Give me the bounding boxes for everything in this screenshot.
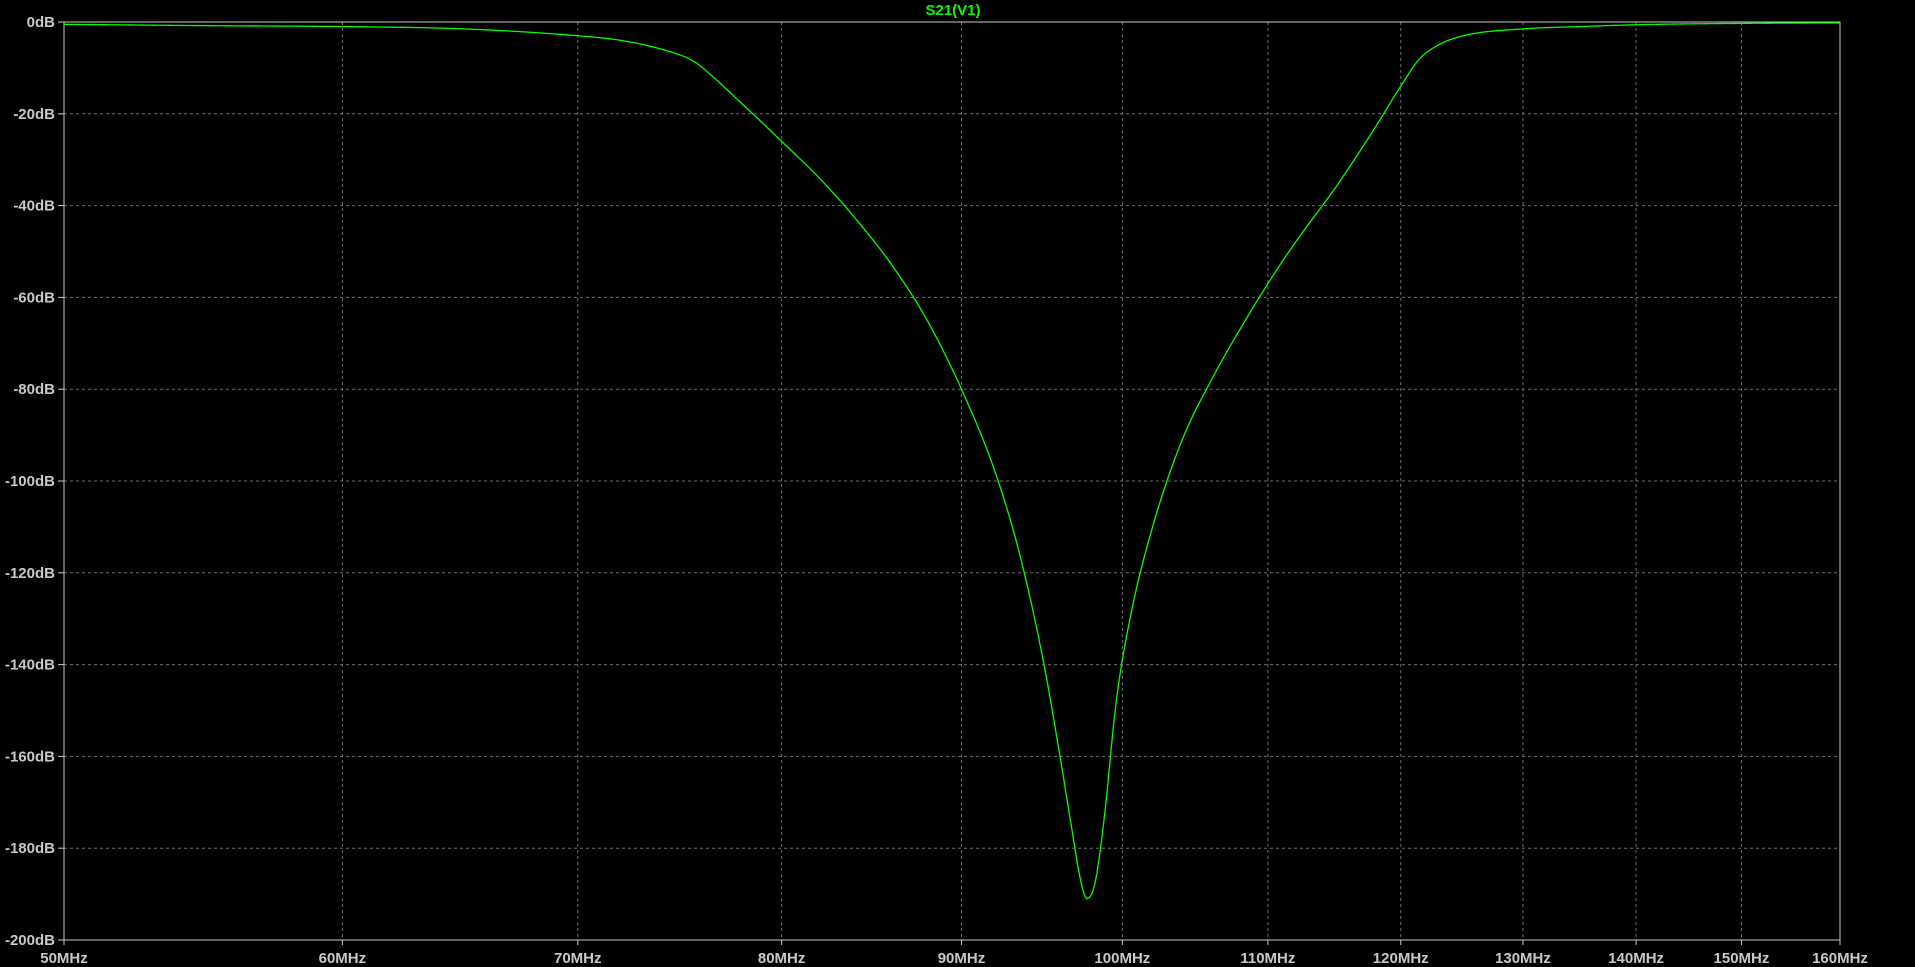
x-tick-label: 80MHz <box>758 950 806 967</box>
x-tick-label: 90MHz <box>938 950 986 967</box>
x-tick-label: 100MHz <box>1094 950 1150 967</box>
plot-area[interactable]: S21(V1) 50MHz 60MHz 70MHz 80MHz 90MHz 100MHz 1… <box>0 0 1915 967</box>
y-tick-label: -120dB <box>5 565 55 582</box>
x-tick-label: 120MHz <box>1373 950 1429 967</box>
x-tick-label: 140MHz <box>1608 950 1664 967</box>
y-tick-label: -160dB <box>5 748 55 765</box>
x-tick-label: 130MHz <box>1495 950 1551 967</box>
s21-trace <box>63 22 1841 900</box>
y-tick-label: -60dB <box>13 289 55 306</box>
y-tick-label: 0dB <box>27 14 56 31</box>
y-tick-label: -20dB <box>13 106 55 123</box>
x-tick-label: 50MHz <box>40 950 88 967</box>
x-tick-label: 160MHz <box>1812 950 1868 967</box>
y-tick-label: -40dB <box>13 198 55 215</box>
chart-title: S21(V1) <box>925 2 980 19</box>
y-tick-label: -180dB <box>5 840 55 857</box>
y-tick-label: -140dB <box>5 657 55 674</box>
x-tick-label: 110MHz <box>1240 950 1295 967</box>
y-tick-label: -80dB <box>13 381 55 398</box>
y-tick-label: -100dB <box>5 473 55 490</box>
x-tick-label: 150MHz <box>1714 950 1770 967</box>
grid-lines <box>64 22 1840 940</box>
axis-ticks <box>58 21 1841 945</box>
y-axis-tick-labels: 0dB -20dB -40dB -60dB -80dB -100dB -120dB -140d… <box>5 14 55 949</box>
y-tick-label: -200dB <box>5 932 55 949</box>
x-axis-tick-labels: 50MHz 60MHz 70MHz 80MHz 90MHz 100MHz 110MHz 120… <box>40 950 1868 967</box>
x-tick-label: 60MHz <box>319 950 367 967</box>
x-tick-label: 70MHz <box>554 950 602 967</box>
